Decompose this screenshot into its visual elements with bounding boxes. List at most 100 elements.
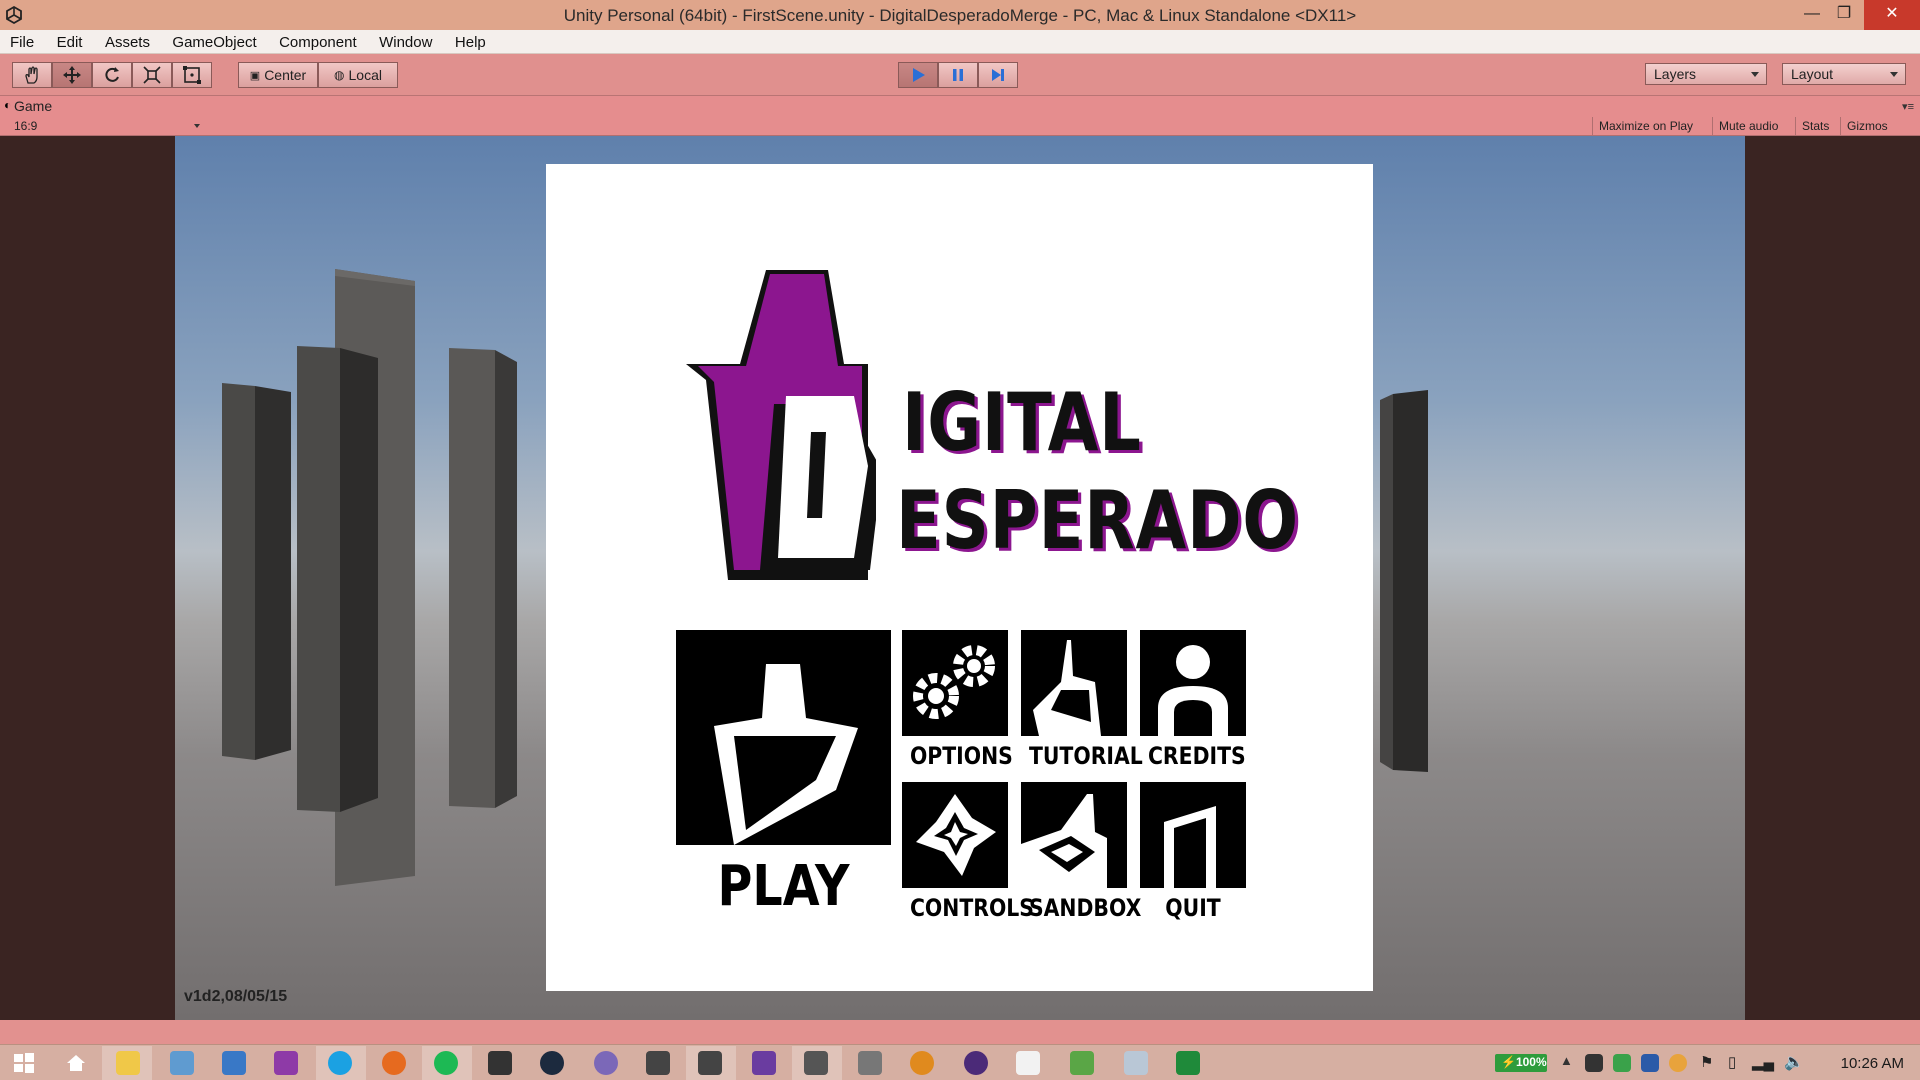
- desktop-app-icon[interactable]: [222, 1051, 246, 1075]
- minimize-button[interactable]: —: [1794, 0, 1830, 30]
- rotate-tool-button[interactable]: [92, 62, 132, 88]
- restore-button[interactable]: ❐: [1826, 0, 1862, 30]
- file-explorer-icon[interactable]: [116, 1051, 140, 1075]
- rect-icon: [183, 66, 201, 84]
- mute-audio-toggle[interactable]: Mute audio: [1712, 117, 1784, 135]
- volume-icon[interactable]: 🔈: [1784, 1052, 1804, 1072]
- step-button[interactable]: [978, 62, 1018, 88]
- spreadsheet-app-icon[interactable]: [1070, 1051, 1094, 1075]
- pause-button[interactable]: [938, 62, 978, 88]
- play-button[interactable]: [898, 62, 938, 88]
- maximize-on-play-toggle[interactable]: Maximize on Play: [1592, 117, 1699, 135]
- close-button[interactable]: ✕: [1864, 0, 1920, 30]
- menu-component[interactable]: Component: [279, 30, 357, 51]
- skype-icon[interactable]: [328, 1051, 352, 1075]
- step-icon: [992, 69, 1004, 81]
- tower-icon: [1033, 640, 1101, 736]
- tray-word-icon[interactable]: [1641, 1054, 1659, 1072]
- pivot-icon: ▣: [249, 69, 261, 82]
- tray-fox-icon[interactable]: [1585, 1054, 1603, 1072]
- aspect-dropdown[interactable]: 16:9: [8, 117, 206, 134]
- game-tab-icon: ◐: [4, 98, 12, 112]
- layers-dropdown[interactable]: Layers: [1645, 63, 1767, 85]
- chevron-down-icon: [194, 124, 200, 128]
- layout-dropdown[interactable]: Layout: [1782, 63, 1906, 85]
- menu-window[interactable]: Window: [379, 30, 432, 51]
- clock[interactable]: 10:26 AM: [1841, 1055, 1904, 1072]
- visual-studio-icon[interactable]: [752, 1051, 776, 1075]
- firefox-icon[interactable]: [382, 1051, 406, 1075]
- excel-icon[interactable]: [1176, 1051, 1200, 1075]
- logo-line1: IGITAL: [902, 376, 1142, 469]
- play-menu-button[interactable]: PLAY: [676, 630, 891, 930]
- tab-menu-icon[interactable]: ▾≡: [1902, 100, 1914, 113]
- network-app-icon[interactable]: [170, 1051, 194, 1075]
- sandbox-tile: [1021, 782, 1127, 888]
- options-tile: [902, 630, 1008, 736]
- notepad-icon[interactable]: [1124, 1051, 1148, 1075]
- logo-line2: ESPERADO: [896, 474, 1300, 567]
- main-menu-panel: IGITAL ESPERADO PLAY OPTIONS TUTORIAL CR…: [546, 164, 1373, 991]
- pillar: [222, 383, 255, 760]
- chevron-down-icon: [1890, 72, 1898, 77]
- dpad-icon: [916, 794, 996, 876]
- menu-edit[interactable]: Edit: [57, 30, 83, 51]
- media-app-icon[interactable]: [964, 1051, 988, 1075]
- tray-check-icon[interactable]: [1613, 1054, 1631, 1072]
- space-local-button[interactable]: ◍ Local: [318, 62, 398, 88]
- gizmos-toggle[interactable]: Gizmos: [1840, 117, 1906, 135]
- stats-toggle[interactable]: Stats: [1795, 117, 1835, 135]
- flag-icon[interactable]: ⚑: [1700, 1053, 1713, 1071]
- wifi-signal-icon[interactable]: ▂▄: [1752, 1053, 1774, 1071]
- document-icon[interactable]: [1016, 1051, 1040, 1075]
- home-icon[interactable]: [64, 1051, 88, 1075]
- pivot-center-label: Center: [264, 67, 307, 83]
- rect-tool-button[interactable]: [172, 62, 212, 88]
- unity-icon[interactable]: [646, 1051, 670, 1075]
- space-local-label: Local: [348, 67, 382, 83]
- spotify-icon[interactable]: [434, 1051, 458, 1075]
- menu-file[interactable]: File: [10, 30, 34, 51]
- tutorial-menu-button[interactable]: TUTORIAL: [1021, 630, 1143, 776]
- tool-app-icon[interactable]: [858, 1051, 882, 1075]
- tray-app-icon[interactable]: [1669, 1054, 1687, 1072]
- aspect-label: 16:9: [14, 119, 38, 133]
- sandbox-icon: [1021, 794, 1107, 888]
- move-tool-button[interactable]: [52, 62, 92, 88]
- fox-app-icon[interactable]: [488, 1051, 512, 1075]
- battery-percent: 100%: [1515, 1055, 1547, 1069]
- credits-menu-button[interactable]: CREDITS: [1140, 630, 1246, 776]
- quit-menu-button[interactable]: QUIT: [1140, 782, 1246, 928]
- unity-icon[interactable]: [698, 1051, 722, 1075]
- battery-icon[interactable]: ▯: [1728, 1053, 1736, 1071]
- toolbar: ▣ Center ◍ Local Layers Layout: [0, 54, 1920, 96]
- hand-tool-button[interactable]: [12, 62, 52, 88]
- steam-icon[interactable]: [540, 1051, 564, 1075]
- tray-expand-icon[interactable]: ▲: [1560, 1053, 1573, 1068]
- menu-assets[interactable]: Assets: [105, 30, 150, 51]
- playback-controls: [898, 62, 1018, 88]
- layers-label: Layers: [1654, 66, 1697, 82]
- onenote-icon[interactable]: [274, 1051, 298, 1075]
- windows-start-icon[interactable]: [12, 1051, 36, 1075]
- door-icon: [1164, 806, 1216, 888]
- quit-label: QUIT: [1165, 894, 1221, 922]
- editor-app-icon[interactable]: [804, 1051, 828, 1075]
- headphones-app-icon[interactable]: [910, 1051, 934, 1075]
- menu-help[interactable]: Help: [455, 30, 486, 51]
- chat-app-icon[interactable]: [594, 1051, 618, 1075]
- menu-gameobject[interactable]: GameObject: [172, 30, 256, 51]
- scale-tool-button[interactable]: [132, 62, 172, 88]
- pivot-center-button[interactable]: ▣ Center: [238, 62, 318, 88]
- sandbox-menu-button[interactable]: SANDBOX: [1021, 782, 1141, 928]
- pillar: [1380, 394, 1393, 770]
- pillar: [297, 346, 340, 812]
- globe-icon: ◍: [334, 68, 345, 82]
- controls-menu-button[interactable]: CONTROLS: [902, 782, 1034, 928]
- options-menu-button[interactable]: OPTIONS: [902, 630, 1013, 776]
- battery-indicator[interactable]: ⚡100%: [1495, 1054, 1547, 1072]
- game-tab[interactable]: Game: [14, 98, 52, 114]
- logo-emblem: [686, 270, 876, 580]
- title-bar: Unity Personal (64bit) - FirstScene.unit…: [0, 0, 1920, 30]
- chevron-down-icon: [1751, 72, 1759, 77]
